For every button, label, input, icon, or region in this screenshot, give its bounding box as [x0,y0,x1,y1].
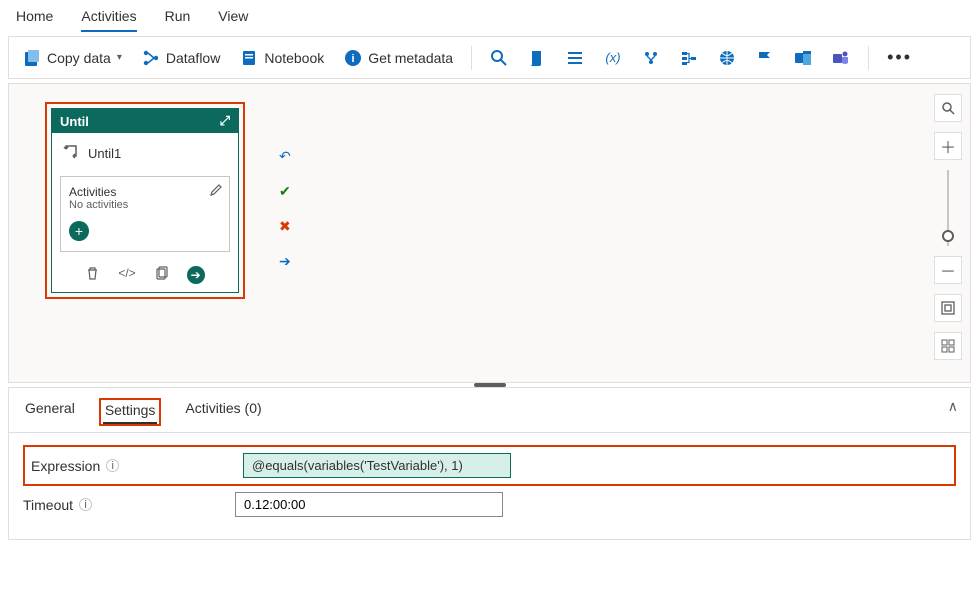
toolbar-separator [471,46,472,70]
highlight-frame: Settings [99,398,162,426]
activities-toolbar: Copy data ▾ Dataflow Notebook i Get meta… [8,36,971,79]
expand-icon[interactable]: ⤢ [220,113,230,129]
menu-home[interactable]: Home [16,8,53,32]
notebook-label: Notebook [264,50,324,66]
stored-procedure-button[interactable] [560,45,590,71]
delete-data-button[interactable] [636,45,666,71]
collapse-panel-button[interactable]: ∧ [948,398,958,415]
copy-data-icon [23,49,41,67]
info-icon: i [344,49,362,67]
structure-icon [680,49,698,67]
highlight-frame: Until ⤢ Until1 Activities No activities … [45,102,245,299]
activities-container[interactable]: Activities No activities + [60,176,230,252]
loop-icon [62,143,80,164]
nodes-icon [642,49,660,67]
set-variable-button[interactable]: (x) [598,45,628,71]
dataflow-label: Dataflow [166,50,220,66]
minimap-button[interactable] [934,332,962,360]
add-activity-button[interactable]: + [69,221,89,241]
search-icon [490,49,508,67]
node-footer: </> ➔ [52,260,238,292]
azure-function-button[interactable] [750,45,780,71]
menu-view[interactable]: View [218,8,248,32]
dataflow-icon [142,49,160,67]
activities-subtitle: No activities [69,199,221,211]
script-button[interactable] [522,45,552,71]
list-icon [566,49,584,67]
fail-icon[interactable]: ✖ [279,218,291,235]
more-button[interactable]: ••• [881,43,918,72]
outlook-button[interactable] [788,45,818,71]
notebook-button[interactable]: Notebook [234,45,330,71]
globe-icon [718,49,736,67]
skip-icon[interactable]: ➔ [279,253,291,270]
expression-input[interactable]: @equals(variables('TestVariable'), 1) [243,453,511,478]
properties-panel: General Settings Activities (0) ∧ Expres… [8,387,971,540]
ellipsis-icon: ••• [887,47,912,68]
undo-icon[interactable]: ↶ [279,148,291,165]
notebook-icon [240,49,258,67]
tab-general[interactable]: General [23,398,77,426]
get-metadata-button[interactable]: i Get metadata [338,45,459,71]
copy-data-label: Copy data [47,50,111,66]
svg-text:i: i [352,53,355,65]
copy-button[interactable] [154,266,169,284]
lookup-button[interactable] [484,45,514,71]
copy-data-button[interactable]: Copy data ▾ [17,45,128,71]
menubar: Home Activities Run View [0,0,979,32]
info-icon[interactable]: i [79,498,92,511]
properties-tabs: General Settings Activities (0) [9,388,970,433]
pencil-icon[interactable] [209,183,223,200]
expression-label: Expression i [31,458,231,474]
zoom-out-button[interactable]: － [934,256,962,284]
fit-screen-button[interactable] [934,294,962,322]
node-type-label: Until [60,114,89,129]
pipeline-canvas[interactable]: Until ⤢ Until1 Activities No activities … [8,83,971,383]
dataflow-button[interactable]: Dataflow [136,45,226,71]
activities-title: Activities [69,185,221,199]
run-button[interactable]: ➔ [187,266,205,284]
script-icon [528,49,546,67]
variable-icon: (x) [604,49,622,67]
toolbar-separator [868,46,869,70]
canvas-tools: ＋ － [934,94,962,360]
timeout-label: Timeout i [23,497,223,513]
flag-icon [756,49,774,67]
tab-settings[interactable]: Settings [103,400,158,424]
append-variable-button[interactable] [674,45,704,71]
zoom-slider[interactable] [947,170,949,246]
web-button[interactable] [712,45,742,71]
canvas-search-button[interactable] [934,94,962,122]
info-icon[interactable]: i [106,459,119,472]
delete-button[interactable] [85,266,100,284]
teams-icon [832,49,850,67]
outlook-icon [794,49,812,67]
tab-activities[interactable]: Activities (0) [183,398,263,426]
zoom-slider-thumb[interactable] [942,230,954,242]
node-name-label: Until1 [88,146,121,161]
menu-activities[interactable]: Activities [81,8,136,32]
chevron-down-icon: ▾ [117,52,122,63]
highlight-frame: Expression i @equals(variables('TestVari… [23,445,956,486]
node-name-row: Until1 [52,133,238,170]
teams-button[interactable] [826,45,856,71]
until-activity-node[interactable]: Until ⤢ Until1 Activities No activities … [51,108,239,293]
zoom-in-button[interactable]: ＋ [934,132,962,160]
node-header: Until ⤢ [52,109,238,133]
get-metadata-label: Get metadata [368,50,453,66]
code-button[interactable]: </> [118,266,135,284]
menu-run[interactable]: Run [165,8,191,32]
svg-text:(x): (x) [606,50,621,65]
success-icon[interactable]: ✔ [279,183,291,200]
timeout-input[interactable] [235,492,503,517]
node-side-controls: ↶ ✔ ✖ ➔ [279,148,291,270]
properties-body: Expression i @equals(variables('TestVari… [9,433,970,539]
